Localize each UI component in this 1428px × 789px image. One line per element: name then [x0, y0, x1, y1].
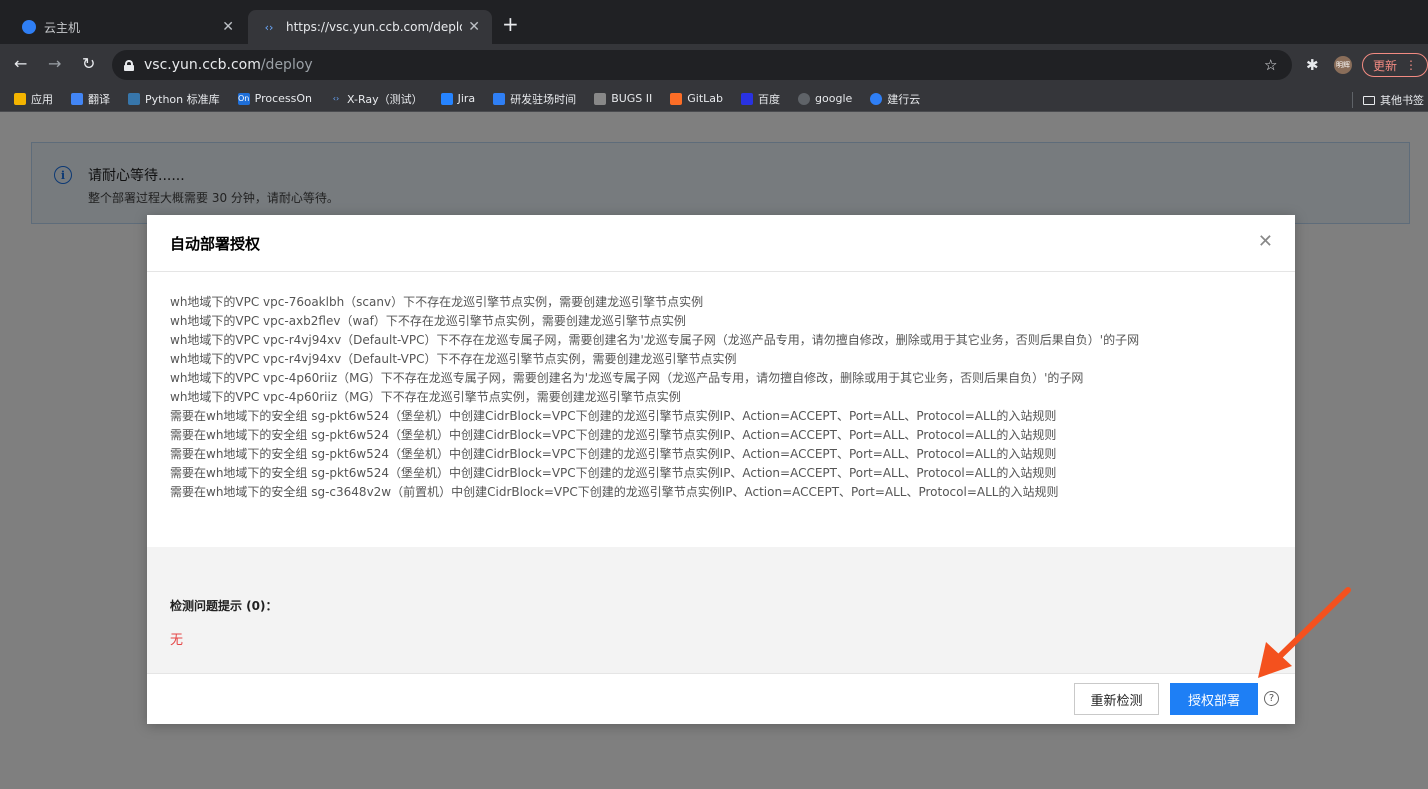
baidu-icon [741, 92, 754, 105]
list-item: 需要在wh地域下的安全组 sg-pkt6w524（堡垒机）中创建CidrBloc… [170, 409, 1057, 423]
bookmark-label: 研发驻场时间 [510, 92, 577, 106]
bookmark-label: 百度 [758, 92, 781, 106]
close-icon[interactable]: ✕ [1258, 231, 1273, 252]
globe-icon [798, 92, 811, 105]
tab-deploy[interactable]: ‹› https://vsc.yun.ccb.com/deploy ✕ [248, 10, 492, 44]
other-bookmarks[interactable]: 其他书签 [1352, 92, 1424, 108]
gitlab-icon [670, 92, 683, 105]
list-item: wh地域下的VPC vpc-4p60riiz（MG）下不存在龙巡专属子网，需要创… [170, 371, 1084, 385]
list-item: wh地域下的VPC vpc-76oaklbh（scanv）下不存在龙巡引擎节点实… [170, 295, 704, 309]
fork-icon [493, 92, 506, 105]
bookmark-item[interactable]: 应用 [14, 91, 53, 107]
list-item: wh地域下的VPC vpc-r4vj94xv（Default-VPC）下不存在龙… [170, 352, 737, 366]
divider [147, 673, 1295, 674]
code-icon: ‹› [264, 20, 274, 34]
bookmark-star-icon[interactable]: ☆ [1264, 56, 1277, 74]
cloud-icon [870, 92, 883, 105]
menu-dots-icon: ⋮ [1405, 58, 1417, 72]
list-item: 需要在wh地域下的安全组 sg-pkt6w524（堡垒机）中创建CidrBloc… [170, 466, 1057, 480]
bookmarks-bar: 应用 翻译 Python 标准库 On ProcessOn ‹› X-Ray（测试）… [0, 86, 1428, 112]
translate-icon [71, 92, 83, 105]
processon-icon: On [237, 92, 250, 105]
bookmark-item[interactable]: BUGS II [594, 92, 652, 105]
modal-title: 自动部署授权 [170, 235, 261, 253]
cloud-icon [22, 20, 36, 34]
jira-icon [440, 92, 453, 105]
divider [147, 271, 1295, 272]
bookmark-label: 翻译 [88, 92, 110, 106]
reload-icon[interactable]: ↻ [82, 54, 95, 73]
new-tab-button[interactable]: + [502, 14, 519, 34]
bookmark-label: X-Ray（测试） [347, 92, 423, 106]
list-item: wh地域下的VPC vpc-r4vj94xv（Default-VPC）下不存在龙… [170, 333, 1140, 347]
tab-title: 云主机 [44, 20, 81, 35]
bookmark-item[interactable]: ‹› X-Ray（测试） [330, 91, 423, 107]
lock-icon [124, 59, 134, 71]
bookmark-label: BUGS II [611, 92, 653, 105]
annotation-arrow-icon [1258, 587, 1351, 678]
extensions-puzzle-icon[interactable]: ✱ [1306, 56, 1319, 74]
python-icon [128, 92, 140, 105]
bookmark-label: ProcessOn [254, 92, 312, 105]
forward-icon[interactable]: → [48, 54, 61, 73]
bookmark-label: GitLab [687, 92, 724, 105]
tab-cloud-host[interactable]: 云主机 ✕ [10, 10, 246, 44]
list-item: wh地域下的VPC vpc-axb2flev（waf）下不存在龙巡引擎节点实例，… [170, 314, 686, 328]
check-result: 无 [170, 633, 184, 648]
code-icon: ‹› [332, 94, 340, 103]
update-button[interactable]: 更新 ⋮ [1362, 53, 1428, 77]
address-bar[interactable]: vsc.yun.ccb.com/deploy [112, 50, 1292, 80]
bookmark-item[interactable]: 建行云 [870, 91, 920, 107]
back-icon[interactable]: ← [14, 54, 27, 73]
url-path: /deploy [260, 57, 313, 73]
close-tab-icon[interactable]: ✕ [468, 19, 480, 35]
check-title: 检测问题提示 (0)： [170, 599, 278, 613]
apps-grid-icon [14, 92, 26, 105]
folder-icon [1363, 95, 1375, 105]
list-item: 需要在wh地域下的安全组 sg-pkt6w524（堡垒机）中创建CidrBloc… [170, 447, 1057, 461]
bookmark-item[interactable]: Jira [440, 92, 476, 105]
check-result-panel: 检测问题提示 (0)： 无 [147, 547, 1295, 673]
recheck-button[interactable]: 重新检测 [1074, 683, 1159, 715]
bookmark-item[interactable]: 百度 [741, 91, 780, 107]
browser-toolbar: ← → ↻ vsc.yun.ccb.com/deploy ☆ ✱ 明辉 更新 ⋮ [0, 44, 1428, 86]
bookmark-label: Python 标准库 [145, 92, 220, 106]
list-item: 需要在wh地域下的安全组 sg-pkt6w524（堡垒机）中创建CidrBloc… [170, 428, 1057, 442]
deploy-authorization-modal: 自动部署授权 ✕ wh地域下的VPC vpc-76oaklbh（scanv）下不… [147, 215, 1295, 724]
tab-title: https://vsc.yun.ccb.com/deploy [286, 20, 463, 34]
bookmark-label: 建行云 [887, 92, 921, 106]
list-item: 需要在wh地域下的安全组 sg-c3648v2w（前置机）中创建CidrBloc… [170, 485, 1059, 499]
bug-icon [594, 92, 607, 105]
bookmark-item[interactable]: On ProcessOn [237, 92, 312, 105]
bookmark-label: Jira [457, 92, 476, 105]
update-label: 更新 [1373, 58, 1398, 73]
bookmark-item[interactable]: google [798, 92, 852, 105]
authorization-message-list: wh地域下的VPC vpc-76oaklbh（scanv）下不存在龙巡引擎节点实… [170, 293, 1280, 502]
bookmark-item[interactable]: Python 标准库 [128, 91, 220, 107]
help-icon[interactable]: ? [1264, 691, 1279, 706]
bookmark-label: google [815, 92, 853, 105]
bookmark-item[interactable]: 翻译 [71, 91, 110, 107]
url-host: vsc.yun.ccb.com [144, 57, 261, 73]
avatar[interactable]: 明辉 [1334, 56, 1352, 74]
other-bookmarks-label: 其他书签 [1380, 94, 1424, 107]
bookmark-label: 应用 [31, 92, 53, 106]
bookmark-item[interactable]: GitLab [670, 92, 723, 105]
browser-tab-bar: 云主机 ✕ ‹› https://vsc.yun.ccb.com/deploy … [0, 0, 1428, 44]
close-tab-icon[interactable]: ✕ [222, 19, 234, 35]
bookmark-item[interactable]: 研发驻场时间 [493, 91, 576, 107]
list-item: wh地域下的VPC vpc-4p60riiz（MG）下不存在龙巡引擎节点实例，需… [170, 390, 681, 404]
